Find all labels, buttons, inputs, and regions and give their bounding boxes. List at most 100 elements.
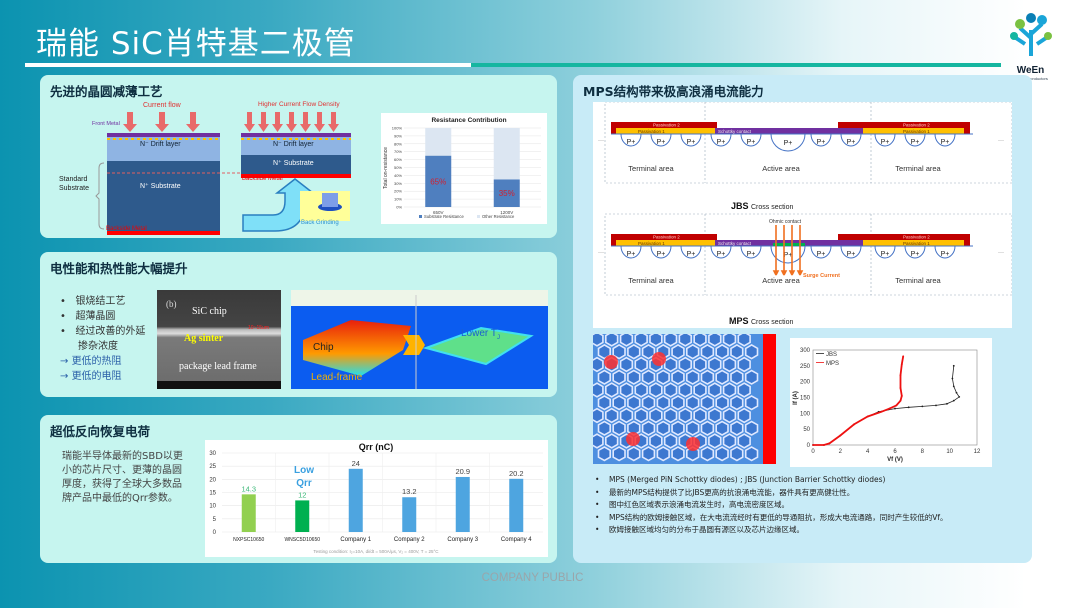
legend-label: Substrate Resistance (424, 214, 464, 219)
y-tick-label: 90% (394, 133, 402, 138)
data-point (894, 407, 896, 410)
hexagon-cell (744, 343, 759, 360)
y-tick-label: 70% (394, 149, 402, 154)
panel-title: MPS结构带来极高浪涌电流能力 (583, 84, 764, 99)
p-plus-label: P+ (627, 251, 636, 258)
terminal-area-label: Terminal area (895, 164, 941, 173)
hexagon-cell (641, 446, 656, 462)
passivation-2-label: Passivation 2 (903, 235, 930, 240)
y-tick-label: 150 (800, 396, 811, 402)
hexagon-cell (612, 420, 626, 436)
passivation-1-label: Passivation 1 (903, 129, 930, 134)
y-tick-label: 0% (396, 205, 402, 210)
data-point (900, 363, 903, 366)
hexagon-cell (730, 420, 744, 436)
hexagon-cell (686, 420, 700, 436)
bullet-item: • MPS (Merged PiN Schottky diodes) ; JBS … (595, 475, 886, 484)
y-tick-label: 200 (800, 380, 811, 386)
backside-metal-label-thin: Backside Metal (242, 176, 283, 182)
tree-logo-icon (1009, 13, 1052, 56)
hexagon-cell (686, 395, 700, 411)
data-point (952, 364, 955, 367)
data-label: 35% (499, 189, 515, 198)
passivation-1-label: Passivation 1 (903, 241, 930, 246)
hexagon-cell (722, 433, 737, 449)
data-point (952, 385, 955, 388)
hexagon-cell (715, 420, 729, 436)
y-tick-label: 20 (209, 477, 216, 483)
mps-bullets: • MPS (Merged PiN Schottky diodes) ; JBS … (595, 474, 995, 537)
standard-substrate-label: Substrate (59, 185, 89, 192)
iv-chart: 0 2 4 6 8 10 12 0 50 100 150 200 250 300 Vf (V) If (A) J… (790, 338, 992, 467)
current-flow-label: Current flow (143, 102, 181, 109)
hexagon-cell (722, 331, 737, 347)
hexagon-cell (708, 407, 722, 424)
data-point (828, 442, 831, 445)
ellipsis: ··· (598, 138, 604, 144)
jbs-caption-text: Cross section (751, 204, 794, 211)
x-tick-label: NXPSC10650 (233, 537, 264, 543)
y-tick-label: 50 (803, 427, 810, 433)
hexagon-cell (744, 395, 759, 411)
active-area-label: Active area (762, 164, 800, 173)
surge-arrow (780, 225, 788, 276)
legend-swatch (419, 215, 422, 218)
data-point (958, 395, 961, 398)
hexagon-cell (641, 369, 656, 385)
hexagon-cell (686, 343, 700, 360)
hexagon-cell (730, 343, 744, 360)
hexagon-cell (730, 369, 744, 385)
data-point (935, 404, 937, 407)
p-plus-label: P+ (911, 139, 920, 146)
hexagon-cell (722, 407, 737, 424)
hexagon-cell (641, 395, 656, 411)
surge-arrow (796, 225, 804, 276)
bar (455, 476, 470, 532)
hexagon-cell (730, 446, 744, 462)
hot-spot (626, 432, 640, 446)
p-plus-label: P+ (881, 251, 890, 258)
data-label: 14.3 (241, 484, 256, 493)
hexagon-cell (737, 407, 751, 424)
y-tick-label: 30% (394, 181, 402, 186)
y-tick-label: 10 (209, 504, 216, 510)
hexagon-cell (671, 343, 685, 360)
hexagon-cell (678, 407, 692, 424)
x-axis-label: Vf (V) (887, 457, 903, 463)
hexagon-cell (590, 331, 604, 347)
hexagon-cell (700, 343, 715, 360)
schottky-contact-label: Schottky contact (718, 241, 752, 246)
resistance-chart: Resistance Contribution Total on-resistan… (381, 113, 547, 224)
hexagon-cell (737, 433, 751, 449)
y-tick-label: 50% (394, 165, 402, 170)
terminal-area-label: Terminal area (628, 276, 674, 285)
data-point (951, 377, 954, 380)
hexagon-cell (619, 356, 634, 373)
qrr-chart: Qrr (nC) 0 5 10 15 20 25 30 14.3 NXPSC10650 12 WNSC… (205, 440, 548, 557)
ohmic-contact-label: Ohmic contact (769, 219, 802, 225)
series-line-mps (813, 356, 905, 446)
chart-title: Qrr (nC) (359, 442, 394, 452)
data-point (853, 423, 855, 426)
data-label: 20.2 (509, 469, 524, 478)
hexagon-cell (605, 382, 619, 398)
arrow-item: → 更低的电阻 (60, 371, 122, 382)
y-tick-label: 100% (392, 126, 403, 131)
cross-section-diagrams: Passivation 2 Passivation 2 Passivation 1P… (593, 101, 1013, 328)
hexagon-cell (641, 420, 656, 436)
bullet-item: • 经过改善的外延 (60, 326, 146, 337)
ellipsis: ··· (598, 250, 604, 256)
hexagon-cell (612, 395, 626, 411)
hexagon-cell (700, 395, 715, 411)
hexagon-cell (693, 382, 707, 398)
hexagon-cell (649, 331, 663, 347)
x-tick-label: WNSC5D10650 (284, 537, 320, 543)
terminal-area-label: Terminal area (628, 164, 674, 173)
active-area-label: Active area (762, 276, 800, 285)
hexagon-cell (627, 369, 641, 385)
low-qrr-annotation: Qrr (296, 478, 312, 489)
data-label: 24 (352, 459, 360, 468)
back-grinding-label: Back Grinding (301, 220, 339, 226)
hexagon-cell (722, 356, 737, 373)
y-axis-label: Total on-resistance (383, 147, 389, 189)
